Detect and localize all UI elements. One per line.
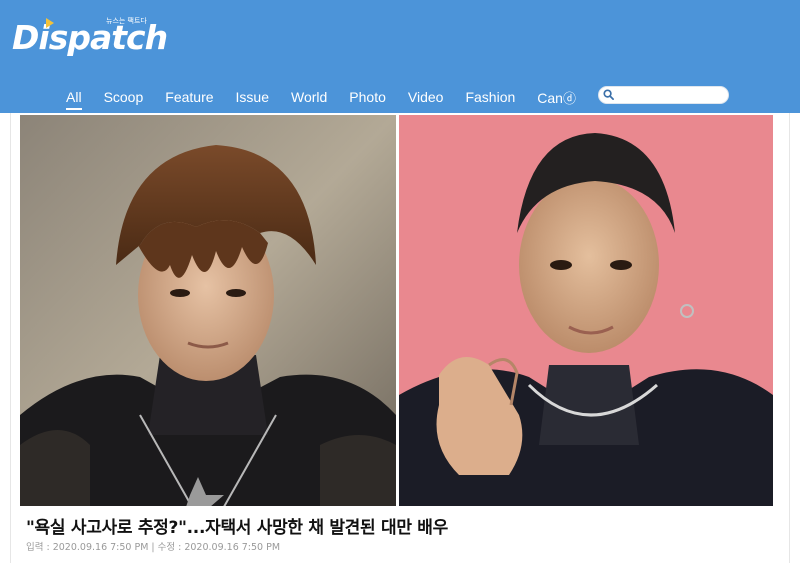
nav-item-all[interactable]: All — [66, 89, 82, 110]
nav-item-photo[interactable]: Photo — [349, 89, 386, 105]
article-meta: 입력 : 2020.09.16 7:50 PM | 수정 : 2020.09.16 … — [26, 539, 280, 553]
article-photo-right[interactable] — [399, 115, 773, 506]
portrait-left-image — [20, 115, 396, 506]
article-photo-left[interactable] — [20, 115, 396, 506]
nav-item-feature[interactable]: Feature — [165, 89, 213, 105]
nav-can-label: Can — [537, 89, 563, 106]
nav-item-world[interactable]: World — [291, 89, 327, 105]
published-date: 입력 : 2020.09.16 7:50 PM — [26, 542, 149, 553]
main-nav: All Scoop Feature Issue World Photo Vide… — [66, 86, 576, 110]
article-headline[interactable]: "욕실 사고사로 추정?"...자택서 사망한 채 발견된 대만 배우 — [26, 513, 448, 538]
search-input[interactable] — [619, 88, 723, 102]
portrait-right-image — [399, 115, 773, 506]
search-box[interactable] — [598, 86, 729, 104]
search-icon[interactable] — [603, 89, 614, 100]
logo-tagline: 뉴스는 팩트다 — [106, 17, 147, 25]
meta-separator: | — [151, 542, 155, 553]
nav-item-fashion[interactable]: Fashion — [465, 89, 515, 105]
updated-date: 수정 : 2020.09.16 7:50 PM — [157, 542, 281, 553]
logo-arrow-icon — [46, 18, 54, 28]
nav-item-video[interactable]: Video — [408, 89, 444, 105]
nav-can-suffix: ⓓ — [562, 90, 576, 106]
site-header: Dispatch 뉴스는 팩트다 All Scoop Feature Issue… — [0, 0, 800, 113]
nav-item-can[interactable]: Canⓓ — [537, 88, 576, 107]
nav-item-issue[interactable]: Issue — [236, 89, 269, 105]
dispatch-logo[interactable]: Dispatch 뉴스는 팩트다 — [12, 14, 168, 58]
nav-item-scoop[interactable]: Scoop — [104, 89, 144, 105]
